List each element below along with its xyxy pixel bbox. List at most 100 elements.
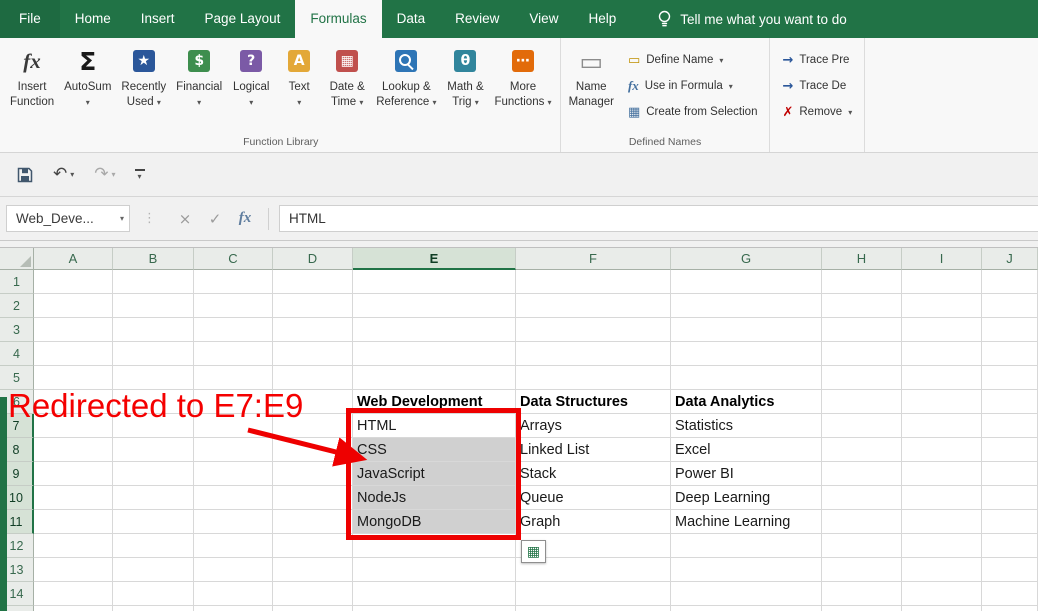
row-header-8[interactable]: 8 (0, 438, 34, 462)
cell-B3[interactable] (113, 318, 194, 342)
cell-E2[interactable] (353, 294, 516, 318)
row-header-11[interactable]: 11 (0, 510, 34, 534)
remove-arrows-button[interactable]: ✗ Remove ▾ (777, 101, 857, 124)
cell-E12[interactable] (353, 534, 516, 558)
cell-D12[interactable] (273, 534, 353, 558)
cell-D3[interactable] (273, 318, 353, 342)
cell-I5[interactable] (902, 366, 982, 390)
tab-home[interactable]: Home (60, 0, 126, 38)
cell-F1[interactable] (516, 270, 671, 294)
cell-A1[interactable] (34, 270, 113, 294)
cell-A13[interactable] (34, 558, 113, 582)
cell-F10[interactable]: Queue (516, 486, 671, 510)
logical-button[interactable]: ? Logical ▾ (227, 38, 275, 134)
tab-data[interactable]: Data (382, 0, 441, 38)
cell-C9[interactable] (194, 462, 273, 486)
row-header-14[interactable]: 14 (0, 582, 34, 606)
cell-H8[interactable] (822, 438, 902, 462)
cell-J6[interactable] (982, 390, 1038, 414)
cell-A5[interactable] (34, 366, 113, 390)
name-manager-button[interactable]: ▭ Name Manager (564, 38, 619, 134)
cell-J5[interactable] (982, 366, 1038, 390)
cell-H12[interactable] (822, 534, 902, 558)
cell-J2[interactable] (982, 294, 1038, 318)
cell-G12[interactable] (671, 534, 822, 558)
cell-F2[interactable] (516, 294, 671, 318)
cell-J10[interactable] (982, 486, 1038, 510)
text-button[interactable]: A Text ▾ (275, 38, 323, 134)
column-header-A[interactable]: A (34, 248, 113, 270)
select-all-button[interactable] (0, 248, 34, 270)
cell-J12[interactable] (982, 534, 1038, 558)
cell-C6[interactable] (194, 390, 273, 414)
row-header-4[interactable]: 4 (0, 342, 34, 366)
cell-A11[interactable] (34, 510, 113, 534)
financial-button[interactable]: $ Financial ▾ (171, 38, 227, 134)
customize-quick-access-button[interactable]: ▾ (129, 168, 151, 181)
cell-I9[interactable] (902, 462, 982, 486)
row-header-6[interactable]: 6 (0, 390, 34, 414)
cell-J15[interactable] (982, 606, 1038, 611)
tab-formulas[interactable]: Formulas (295, 0, 382, 38)
cell-D15[interactable] (273, 606, 353, 611)
cell-H7[interactable] (822, 414, 902, 438)
cell-G4[interactable] (671, 342, 822, 366)
cell-I3[interactable] (902, 318, 982, 342)
cell-B6[interactable] (113, 390, 194, 414)
name-box-dropdown-icon[interactable]: ▾ (120, 214, 124, 223)
cell-C14[interactable] (194, 582, 273, 606)
cell-B2[interactable] (113, 294, 194, 318)
cell-F6[interactable]: Data Structures (516, 390, 671, 414)
cell-D6[interactable] (273, 390, 353, 414)
row-header-1[interactable]: 1 (0, 270, 34, 294)
more-functions-button[interactable]: ⋯ More Functions ▾ (489, 38, 556, 134)
cell-D9[interactable] (273, 462, 353, 486)
cell-A9[interactable] (34, 462, 113, 486)
cell-B5[interactable] (113, 366, 194, 390)
cell-G2[interactable] (671, 294, 822, 318)
cell-B9[interactable] (113, 462, 194, 486)
cell-B12[interactable] (113, 534, 194, 558)
cell-E3[interactable] (353, 318, 516, 342)
cell-F15[interactable] (516, 606, 671, 611)
cell-E8[interactable]: CSS (353, 438, 516, 462)
cell-G5[interactable] (671, 366, 822, 390)
cell-F11[interactable]: Graph (516, 510, 671, 534)
cancel-icon[interactable]: × (170, 210, 200, 228)
cell-H11[interactable] (822, 510, 902, 534)
row-header-3[interactable]: 3 (0, 318, 34, 342)
column-header-E[interactable]: E (353, 248, 516, 270)
insert-function-button[interactable]: fx Insert Function (5, 38, 59, 134)
cell-E11[interactable]: MongoDB (353, 510, 516, 534)
use-in-formula-button[interactable]: fx Use in Formula ▾ (623, 75, 763, 98)
undo-button[interactable]: ↶ ▾ (46, 166, 81, 183)
cell-H14[interactable] (822, 582, 902, 606)
cell-I2[interactable] (902, 294, 982, 318)
cell-C2[interactable] (194, 294, 273, 318)
row-header-10[interactable]: 10 (0, 486, 34, 510)
cell-E10[interactable]: NodeJs (353, 486, 516, 510)
trace-precedents-button[interactable]: → Trace Pre (777, 49, 857, 72)
cell-G7[interactable]: Statistics (671, 414, 822, 438)
column-header-I[interactable]: I (902, 248, 982, 270)
cell-F9[interactable]: Stack (516, 462, 671, 486)
undo-dropdown-icon[interactable]: ▾ (70, 170, 74, 179)
cell-C5[interactable] (194, 366, 273, 390)
column-header-D[interactable]: D (273, 248, 353, 270)
cell-G1[interactable] (671, 270, 822, 294)
cell-E14[interactable] (353, 582, 516, 606)
cell-I8[interactable] (902, 438, 982, 462)
cell-A6[interactable] (34, 390, 113, 414)
column-header-G[interactable]: G (671, 248, 822, 270)
cell-E5[interactable] (353, 366, 516, 390)
cell-H15[interactable] (822, 606, 902, 611)
cell-D5[interactable] (273, 366, 353, 390)
column-header-B[interactable]: B (113, 248, 194, 270)
recently-used-button[interactable]: ★ Recently Used ▾ (116, 38, 171, 134)
cell-G6[interactable]: Data Analytics (671, 390, 822, 414)
cell-E13[interactable] (353, 558, 516, 582)
cell-E15[interactable] (353, 606, 516, 611)
tab-file[interactable]: File (0, 0, 60, 38)
cell-F14[interactable] (516, 582, 671, 606)
tab-help[interactable]: Help (573, 0, 631, 38)
